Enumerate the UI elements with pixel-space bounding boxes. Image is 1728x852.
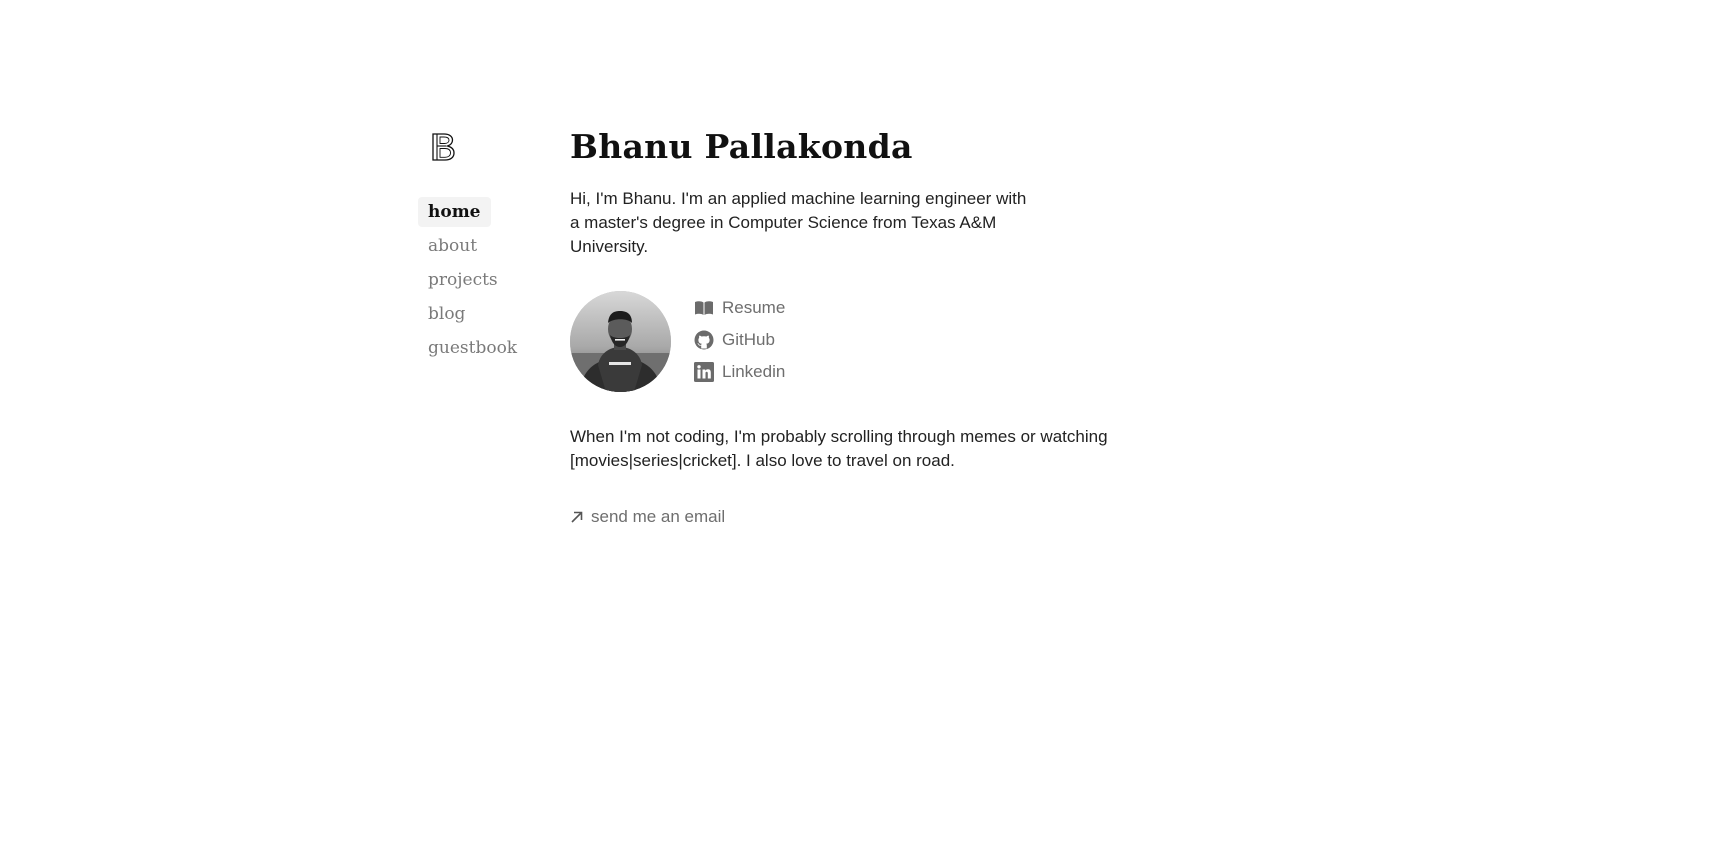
avatar <box>570 291 671 392</box>
linkedin-label: Linkedin <box>722 362 786 381</box>
arrow-up-right-icon <box>570 510 584 524</box>
profile-links: Resume GitHub Linkedin <box>694 297 785 393</box>
nav-item-about[interactable]: about <box>418 231 487 261</box>
main-content: Bhanu Pallakonda Hi, I'm Bhanu. I'm an a… <box>570 125 1110 529</box>
resume-link[interactable]: Resume <box>694 297 785 319</box>
github-label: GitHub <box>722 330 775 349</box>
nav-item-home[interactable]: home <box>418 197 491 227</box>
book-icon <box>694 298 714 318</box>
github-icon <box>694 330 714 350</box>
outro-text: When I'm not coding, I'm probably scroll… <box>570 427 1108 470</box>
logo-icon[interactable] <box>430 132 456 162</box>
avatar-photo <box>570 291 671 392</box>
resume-label: Resume <box>722 298 786 317</box>
intro-text: Hi, I'm Bhanu. I'm an applied machine le… <box>570 189 1027 256</box>
nav-item-projects[interactable]: projects <box>418 265 508 295</box>
profile-section: Resume GitHub Linkedin <box>570 291 1110 393</box>
email-link[interactable]: send me an email <box>570 505 1110 529</box>
email-label: send me an email <box>591 507 726 526</box>
github-link[interactable]: GitHub <box>694 329 785 351</box>
linkedin-link[interactable]: Linkedin <box>694 361 785 383</box>
page-title: Bhanu Pallakonda <box>570 127 913 166</box>
nav-item-guestbook[interactable]: guestbook <box>418 333 527 363</box>
main-nav: home about projects blog guestbook <box>418 197 538 367</box>
page: home about projects blog guestbook Bhanu… <box>0 0 1728 852</box>
linkedin-icon <box>694 362 714 382</box>
nav-item-blog[interactable]: blog <box>418 299 475 329</box>
